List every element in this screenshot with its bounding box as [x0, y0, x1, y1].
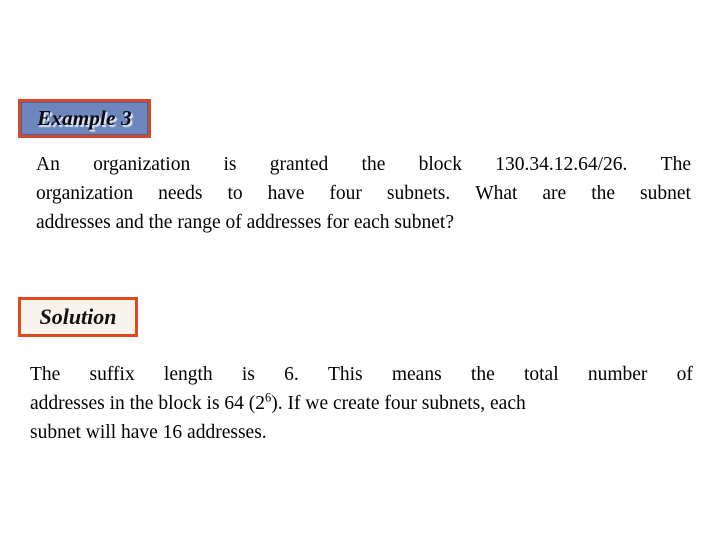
solution-line-1-word-10: number: [587, 364, 648, 385]
solution-line-1-word-11: of: [676, 364, 693, 385]
question-line-1-word-5: the: [361, 154, 386, 175]
solution-line-1-word-6: This: [327, 364, 363, 385]
question-line-1-word-6: block: [418, 154, 462, 175]
solution-line-2: addresses in the block is 64 (26). If we…: [30, 389, 693, 418]
question-line-2-word-8: are: [542, 183, 567, 204]
solution-line-2-part-3: ). If we create four subnets, each: [271, 393, 526, 414]
question-line-2: organization needs to have four subnets.…: [36, 179, 691, 208]
question-line-3: addresses and the range of addresses for…: [36, 212, 454, 233]
solution-paragraph: The suffix length is 6. This means the t…: [30, 360, 693, 447]
question-line-1-word-8: The: [660, 154, 691, 175]
question-line-1-word-2: organization: [93, 154, 191, 175]
solution-line-2-part-1: addresses in the block is 64 (2: [30, 393, 266, 414]
solution-line-1: The suffix length is 6. This means the t…: [30, 360, 693, 389]
question-line-2-word-7: What: [475, 183, 518, 204]
question-paragraph: An organization is granted the block 130…: [36, 150, 691, 237]
question-line-1-word-3: is: [223, 154, 237, 175]
question-line-2-word-5: four: [329, 183, 362, 204]
solution-badge: Solution: [18, 297, 138, 337]
question-line-2-word-3: to: [227, 183, 243, 204]
solution-line-1-word-4: is: [241, 364, 255, 385]
question-line-2-word-1: organization: [36, 183, 134, 204]
solution-line-1-word-1: The: [30, 364, 61, 385]
question-line-2-word-9: the: [591, 183, 616, 204]
question-line-2-word-4: have: [267, 183, 305, 204]
solution-line-1-word-7: means: [391, 364, 442, 385]
question-line-2-word-6: subnets.: [386, 183, 451, 204]
question-line-1-word-4: granted: [269, 154, 329, 175]
example-badge: Example 3: [18, 99, 151, 138]
solution-badge-label: Solution: [39, 304, 117, 329]
solution-line-1-suffix-length: 6.: [284, 364, 299, 385]
question-line-2-word-10: subnet: [639, 183, 691, 204]
example-badge-label: Example 3: [37, 106, 132, 130]
slide-canvas: Example 3 An organization is granted the…: [0, 0, 720, 540]
question-line-1-word-1: An: [36, 154, 60, 175]
question-line-2-word-2: needs: [158, 183, 203, 204]
solution-line-1-word-9: total: [523, 364, 559, 385]
solution-line-3: subnet will have 16 addresses.: [30, 422, 267, 443]
solution-line-1-word-3: length: [163, 364, 213, 385]
question-line-1-block-address: 130.34.12.64/26.: [495, 154, 628, 175]
solution-line-1-word-2: suffix: [89, 364, 135, 385]
question-line-1: An organization is granted the block 130…: [36, 150, 691, 179]
solution-line-1-word-8: the: [470, 364, 495, 385]
